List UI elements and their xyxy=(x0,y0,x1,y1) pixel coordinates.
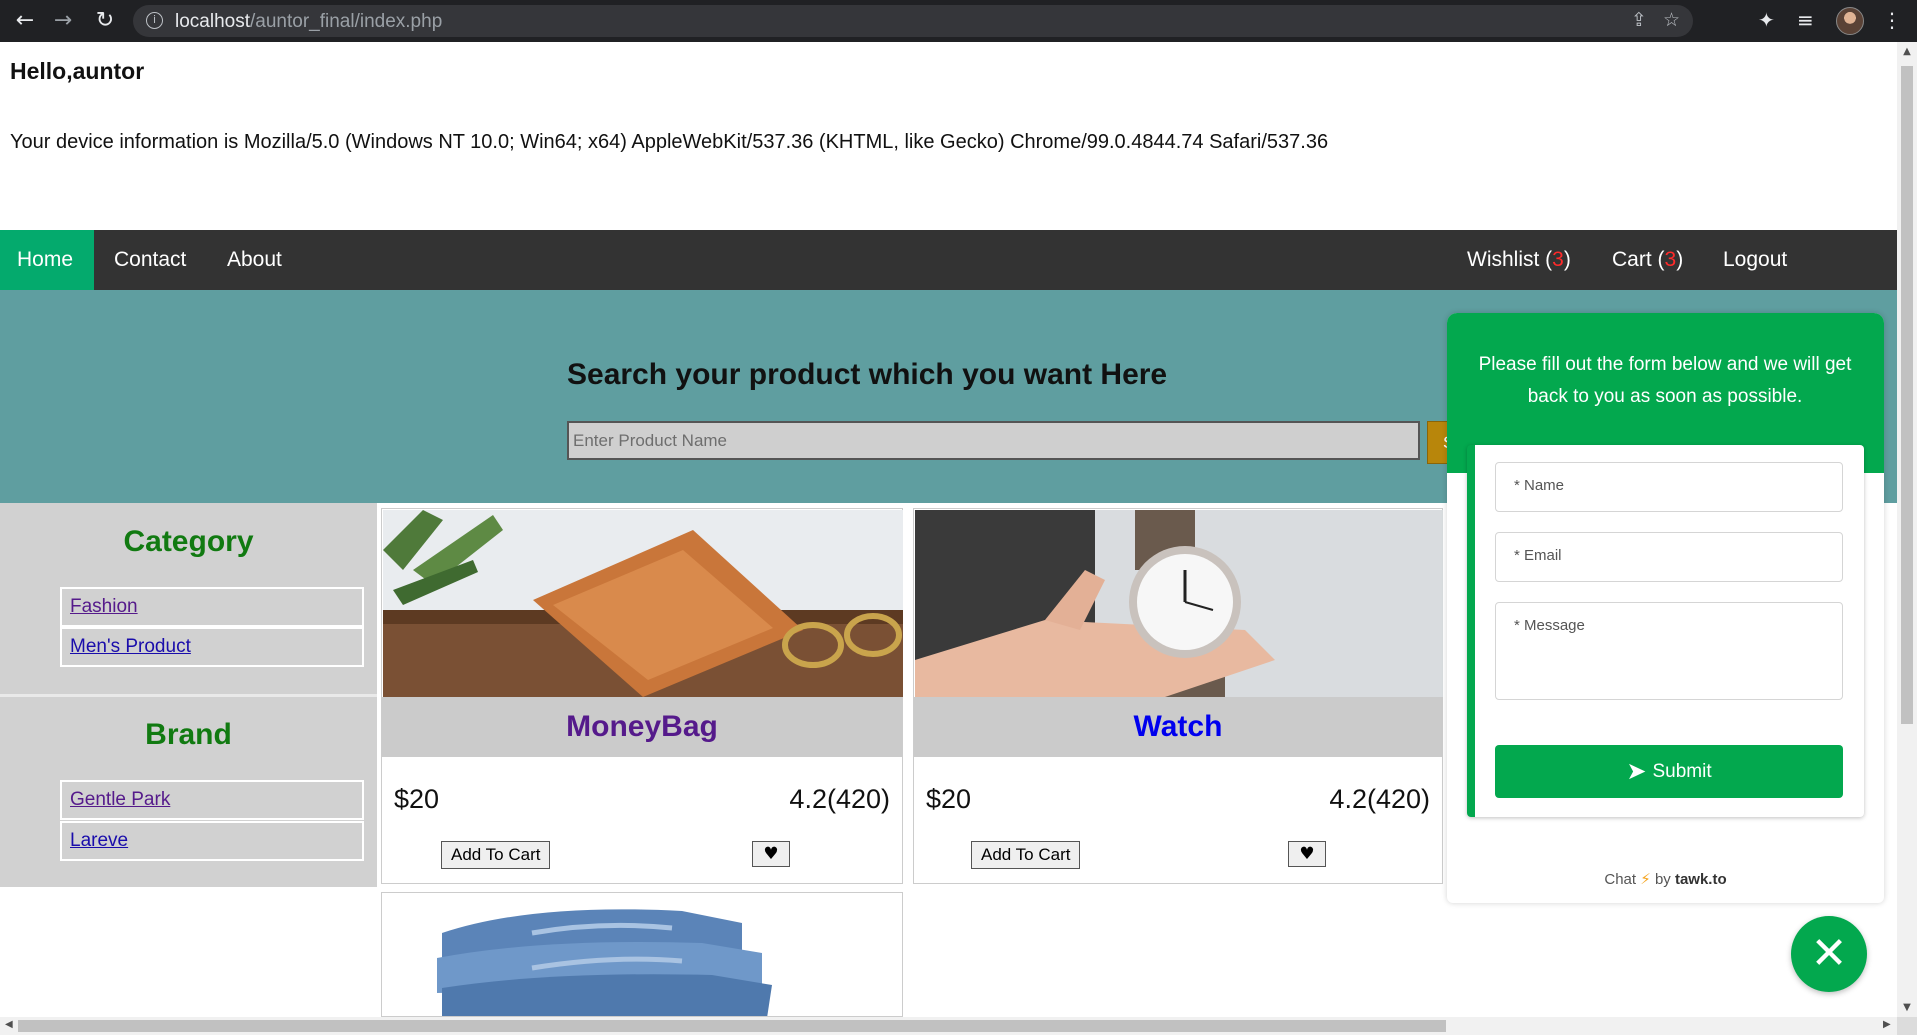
extensions-puzzle-icon[interactable]: ✦ xyxy=(1758,8,1775,32)
heart-icon: ♥ xyxy=(1299,844,1315,864)
nav-logout-link[interactable]: Logout xyxy=(1706,230,1804,290)
product-image-wallet[interactable] xyxy=(383,510,903,697)
product-image-jeans[interactable] xyxy=(382,893,903,1017)
bookmark-star-icon[interactable]: ☆ xyxy=(1663,9,1680,31)
product-card: Watch $20 4.2(420) Add To Cart ♥ xyxy=(913,508,1443,884)
filter-sidebar: Category Fashion Men's Product Brand Gen… xyxy=(0,503,377,887)
chat-email-field[interactable]: * Email xyxy=(1495,532,1843,582)
chat-close-button[interactable]: ✕ xyxy=(1791,916,1867,992)
product-title[interactable]: Watch xyxy=(914,697,1442,757)
wishlist-heart-button[interactable]: ♥ xyxy=(752,841,790,867)
vertical-scrollbar[interactable]: ▲ ▼ xyxy=(1897,42,1917,1020)
browser-toolbar: ← → ↻ i localhost/auntor_final/index.php… xyxy=(0,0,1917,42)
scroll-down-arrow-icon[interactable]: ▼ xyxy=(1897,1002,1917,1013)
category-link[interactable]: Men's Product xyxy=(70,636,191,657)
chat-message-field[interactable]: * Message xyxy=(1495,602,1843,700)
nav-home-link[interactable]: Home xyxy=(0,230,94,290)
product-title[interactable]: MoneyBag xyxy=(382,697,902,757)
profile-avatar[interactable] xyxy=(1836,7,1864,35)
brand-heading: Brand xyxy=(145,718,232,751)
cart-count: 3 xyxy=(1664,248,1677,271)
brand-item-gentle-park: Gentle Park xyxy=(60,780,364,820)
back-arrow-icon[interactable]: ← xyxy=(10,7,40,35)
add-to-cart-button[interactable]: Add To Cart xyxy=(971,841,1081,869)
chat-header-text: Please fill out the form below and we wi… xyxy=(1478,354,1852,407)
scrollbar-corner xyxy=(1897,1017,1917,1035)
product-image-watch[interactable] xyxy=(915,510,1443,697)
nav-cart-link[interactable]: Cart (3) xyxy=(1595,230,1700,290)
chat-name-field[interactable]: * Name xyxy=(1495,462,1843,512)
main-navbar: Home Contact About Wishlist (3) Cart (3)… xyxy=(0,230,1897,290)
search-heading: Search your product which you want Here xyxy=(567,358,1168,391)
product-card xyxy=(381,892,903,1017)
category-item-mens-product: Men's Product xyxy=(60,627,364,667)
brand-item-lareve: Lareve xyxy=(60,821,364,861)
reading-list-icon[interactable]: ≡ xyxy=(1797,8,1814,32)
chat-submit-button[interactable]: ➤ Submit xyxy=(1495,745,1843,798)
sidebar-divider xyxy=(0,694,377,697)
brand-link[interactable]: Lareve xyxy=(70,830,128,851)
add-to-cart-button[interactable]: Add To Cart xyxy=(441,841,551,869)
category-item-fashion: Fashion xyxy=(60,587,364,627)
category-heading: Category xyxy=(123,525,254,558)
scroll-left-arrow-icon[interactable]: ◀ xyxy=(5,1019,13,1030)
address-bar[interactable]: i localhost/auntor_final/index.php ⇪ ☆ xyxy=(133,5,1693,37)
url-text: localhost/auntor_final/index.php xyxy=(175,11,443,32)
product-rating: 4.2(420) xyxy=(789,784,890,814)
nav-wishlist-link[interactable]: Wishlist (3) xyxy=(1450,230,1588,290)
brand-link[interactable]: Gentle Park xyxy=(70,789,170,810)
greeting-heading: Hello,auntor xyxy=(10,58,145,84)
browser-menu-icon[interactable]: ⋮ xyxy=(1882,8,1902,32)
send-icon: ➤ xyxy=(1626,757,1647,785)
lightning-icon: ⚡ xyxy=(1640,870,1651,888)
reload-icon[interactable]: ↻ xyxy=(90,7,120,35)
close-icon: ✕ xyxy=(1810,928,1848,979)
product-rating: 4.2(420) xyxy=(1329,784,1430,814)
product-price: $20 xyxy=(926,784,972,814)
chat-widget: Please fill out the form below and we wi… xyxy=(1447,313,1884,903)
share-icon[interactable]: ⇪ xyxy=(1631,9,1647,31)
chat-form: * Name * Email * Message ➤ Submit xyxy=(1467,445,1864,817)
wishlist-count: 3 xyxy=(1552,248,1564,271)
product-price: $20 xyxy=(394,784,440,814)
forward-arrow-icon[interactable]: → xyxy=(48,7,78,35)
horizontal-scrollbar[interactable]: ◀ ▶ xyxy=(0,1017,1897,1035)
nav-contact-link[interactable]: Contact xyxy=(97,230,203,290)
category-link[interactable]: Fashion xyxy=(70,596,138,617)
scroll-right-arrow-icon[interactable]: ▶ xyxy=(1883,1019,1891,1030)
chat-footer[interactable]: Chat ⚡ by tawk.to xyxy=(1447,861,1884,903)
vertical-scroll-thumb[interactable] xyxy=(1901,66,1913,724)
product-search-input[interactable] xyxy=(567,421,1420,460)
heart-icon: ♥ xyxy=(763,844,779,864)
horizontal-scroll-thumb[interactable] xyxy=(18,1020,1446,1032)
product-card: MoneyBag $20 4.2(420) Add To Cart ♥ xyxy=(381,508,903,884)
nav-about-link[interactable]: About xyxy=(210,230,299,290)
site-info-icon[interactable]: i xyxy=(146,12,163,29)
device-info-text: Your device information is Mozilla/5.0 (… xyxy=(10,131,1329,153)
wishlist-heart-button[interactable]: ♥ xyxy=(1288,841,1326,867)
scroll-up-arrow-icon[interactable]: ▲ xyxy=(1897,46,1917,57)
